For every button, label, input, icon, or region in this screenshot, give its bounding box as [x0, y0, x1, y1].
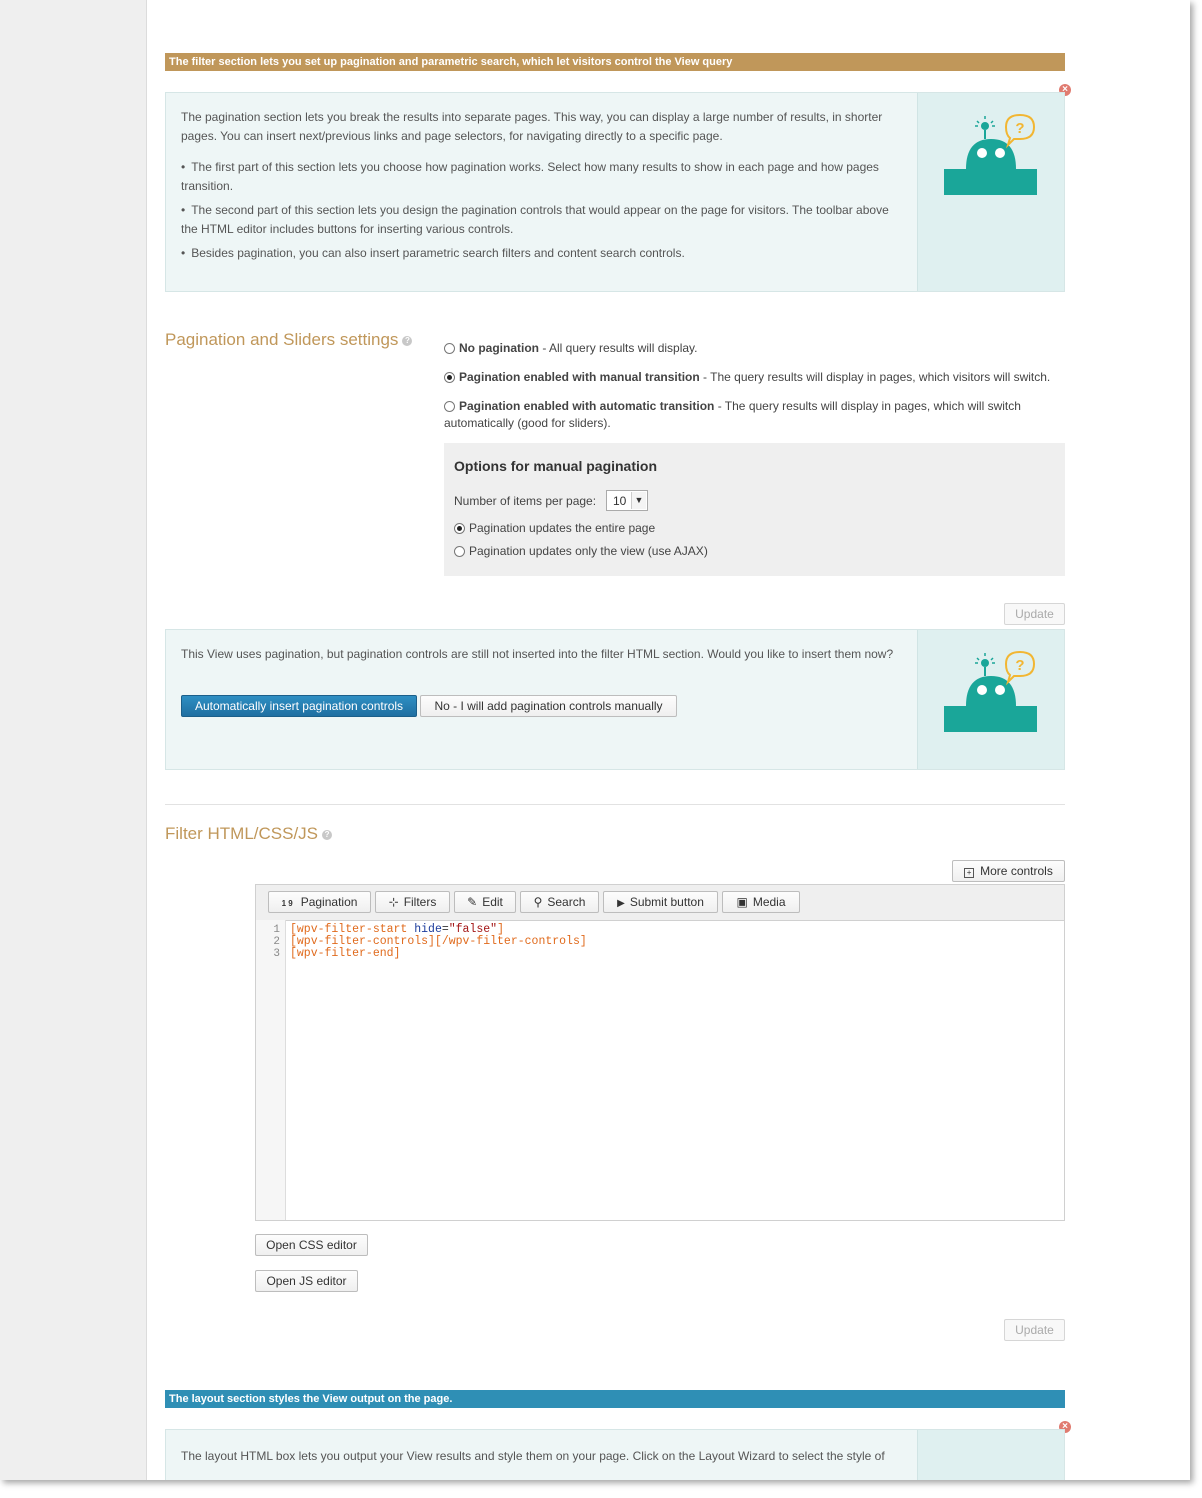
radio-button[interactable] [444, 343, 455, 354]
filters-icon: ⊹ [388, 895, 399, 909]
update-button[interactable]: Update [1004, 603, 1065, 625]
radio-update-entire-page[interactable]: Pagination updates the entire page [454, 521, 655, 535]
help-bullet: The second part of this section lets you… [181, 201, 906, 239]
page-sheet: The filter section lets you set up pagin… [0, 0, 1190, 1480]
radio-button[interactable] [454, 523, 465, 534]
open-js-editor-button[interactable]: Open JS editor [255, 1270, 358, 1292]
svg-text:?: ? [1015, 657, 1024, 674]
items-per-page-select[interactable]: 10 ▼ [606, 490, 648, 511]
radio-button[interactable] [444, 401, 455, 412]
layout-help-intro: The layout HTML box lets you output your… [181, 1449, 885, 1463]
search-icon: ⚲ [533, 895, 543, 909]
robot-pane: ? [917, 630, 1064, 769]
manual-pagination-options: Options for manual pagination Number of … [444, 443, 1065, 576]
help-intro: The pagination section lets you break th… [181, 110, 883, 143]
more-controls-button[interactable]: + More controls [952, 860, 1065, 882]
pagination-icon: 1 9 [281, 899, 293, 908]
line-number-gutter: 1 2 3 [256, 920, 286, 1220]
submit-button[interactable]: ▶ Submit button [603, 891, 718, 913]
layout-help-box: The layout HTML box lets you output your… [165, 1429, 1065, 1480]
filter-section-banner: The filter section lets you set up pagin… [165, 53, 1065, 71]
radio-update-ajax[interactable]: Pagination updates only the view (use AJ… [454, 544, 708, 558]
media-button[interactable]: ▣ Media [722, 891, 800, 913]
edit-button[interactable]: ✎ Edit [454, 891, 516, 913]
robot-pane: ? [917, 93, 1064, 291]
radio-button[interactable] [454, 546, 465, 557]
pagination-help-box: The pagination section lets you break th… [165, 92, 1065, 292]
auto-insert-button[interactable]: Automatically insert pagination controls [181, 695, 417, 717]
search-button[interactable]: ⚲ Search [520, 891, 599, 913]
options-title: Options for manual pagination [454, 458, 657, 474]
code-line: [wpv-filter-end] [290, 947, 401, 960]
submit-icon: ▶ [617, 898, 625, 909]
robot-icon: ? [944, 113, 1037, 195]
line-number: 3 [273, 948, 280, 960]
line-number: 1 [273, 924, 280, 936]
pagination-button[interactable]: 1 9 Pagination [268, 891, 371, 913]
robot-icon: ? [944, 650, 1037, 732]
filter-html-title: Filter HTML/CSS/JS? [165, 824, 333, 844]
filters-button[interactable]: ⊹ Filters [375, 891, 450, 913]
update-button[interactable]: Update [1004, 1319, 1065, 1341]
pagination-settings-title: Pagination and Sliders settings? [165, 330, 413, 350]
chevron-down-icon[interactable]: ▼ [631, 492, 646, 509]
open-css-editor-button[interactable]: Open CSS editor [255, 1234, 368, 1256]
help-icon[interactable]: ? [402, 335, 413, 346]
help-bullet: The first part of this section lets you … [181, 158, 906, 196]
code-area[interactable]: [wpv-filter-start hide="false"] [wpv-filt… [290, 924, 587, 960]
svg-text:?: ? [1015, 120, 1024, 137]
insert-controls-box: This View uses pagination, but paginatio… [165, 629, 1065, 770]
layout-section-banner: The layout section styles the View outpu… [165, 1390, 1065, 1408]
robot-pane [917, 1430, 1064, 1480]
manual-insert-button[interactable]: No - I will add pagination controls manu… [420, 695, 677, 717]
line-number: 2 [273, 936, 280, 948]
radio-button[interactable] [444, 372, 455, 383]
plus-box-icon: + [964, 868, 975, 878]
insert-controls-text: This View uses pagination, but paginatio… [181, 647, 894, 661]
media-icon: ▣ [736, 895, 748, 909]
section-divider [165, 804, 1065, 805]
filter-html-editor[interactable]: 1 9 Pagination ⊹ Filters ✎ Edit ⚲ Search ▶ Su… [255, 884, 1065, 1221]
edit-icon: ✎ [467, 895, 478, 909]
editor-toolbar: 1 9 Pagination ⊹ Filters ✎ Edit ⚲ Search ▶ Su… [256, 885, 1064, 921]
radio-no-pagination[interactable]: No pagination - All query results will d… [444, 340, 1069, 357]
admin-sidebar [0, 0, 147, 1480]
radio-manual-transition[interactable]: Pagination enabled with manual transitio… [444, 369, 1069, 386]
items-per-page-label: Number of items per page: [454, 494, 597, 508]
help-bullet: Besides pagination, you can also insert … [181, 244, 906, 263]
radio-automatic-transition[interactable]: Pagination enabled with automatic transi… [444, 398, 1044, 432]
help-icon[interactable]: ? [322, 829, 333, 840]
